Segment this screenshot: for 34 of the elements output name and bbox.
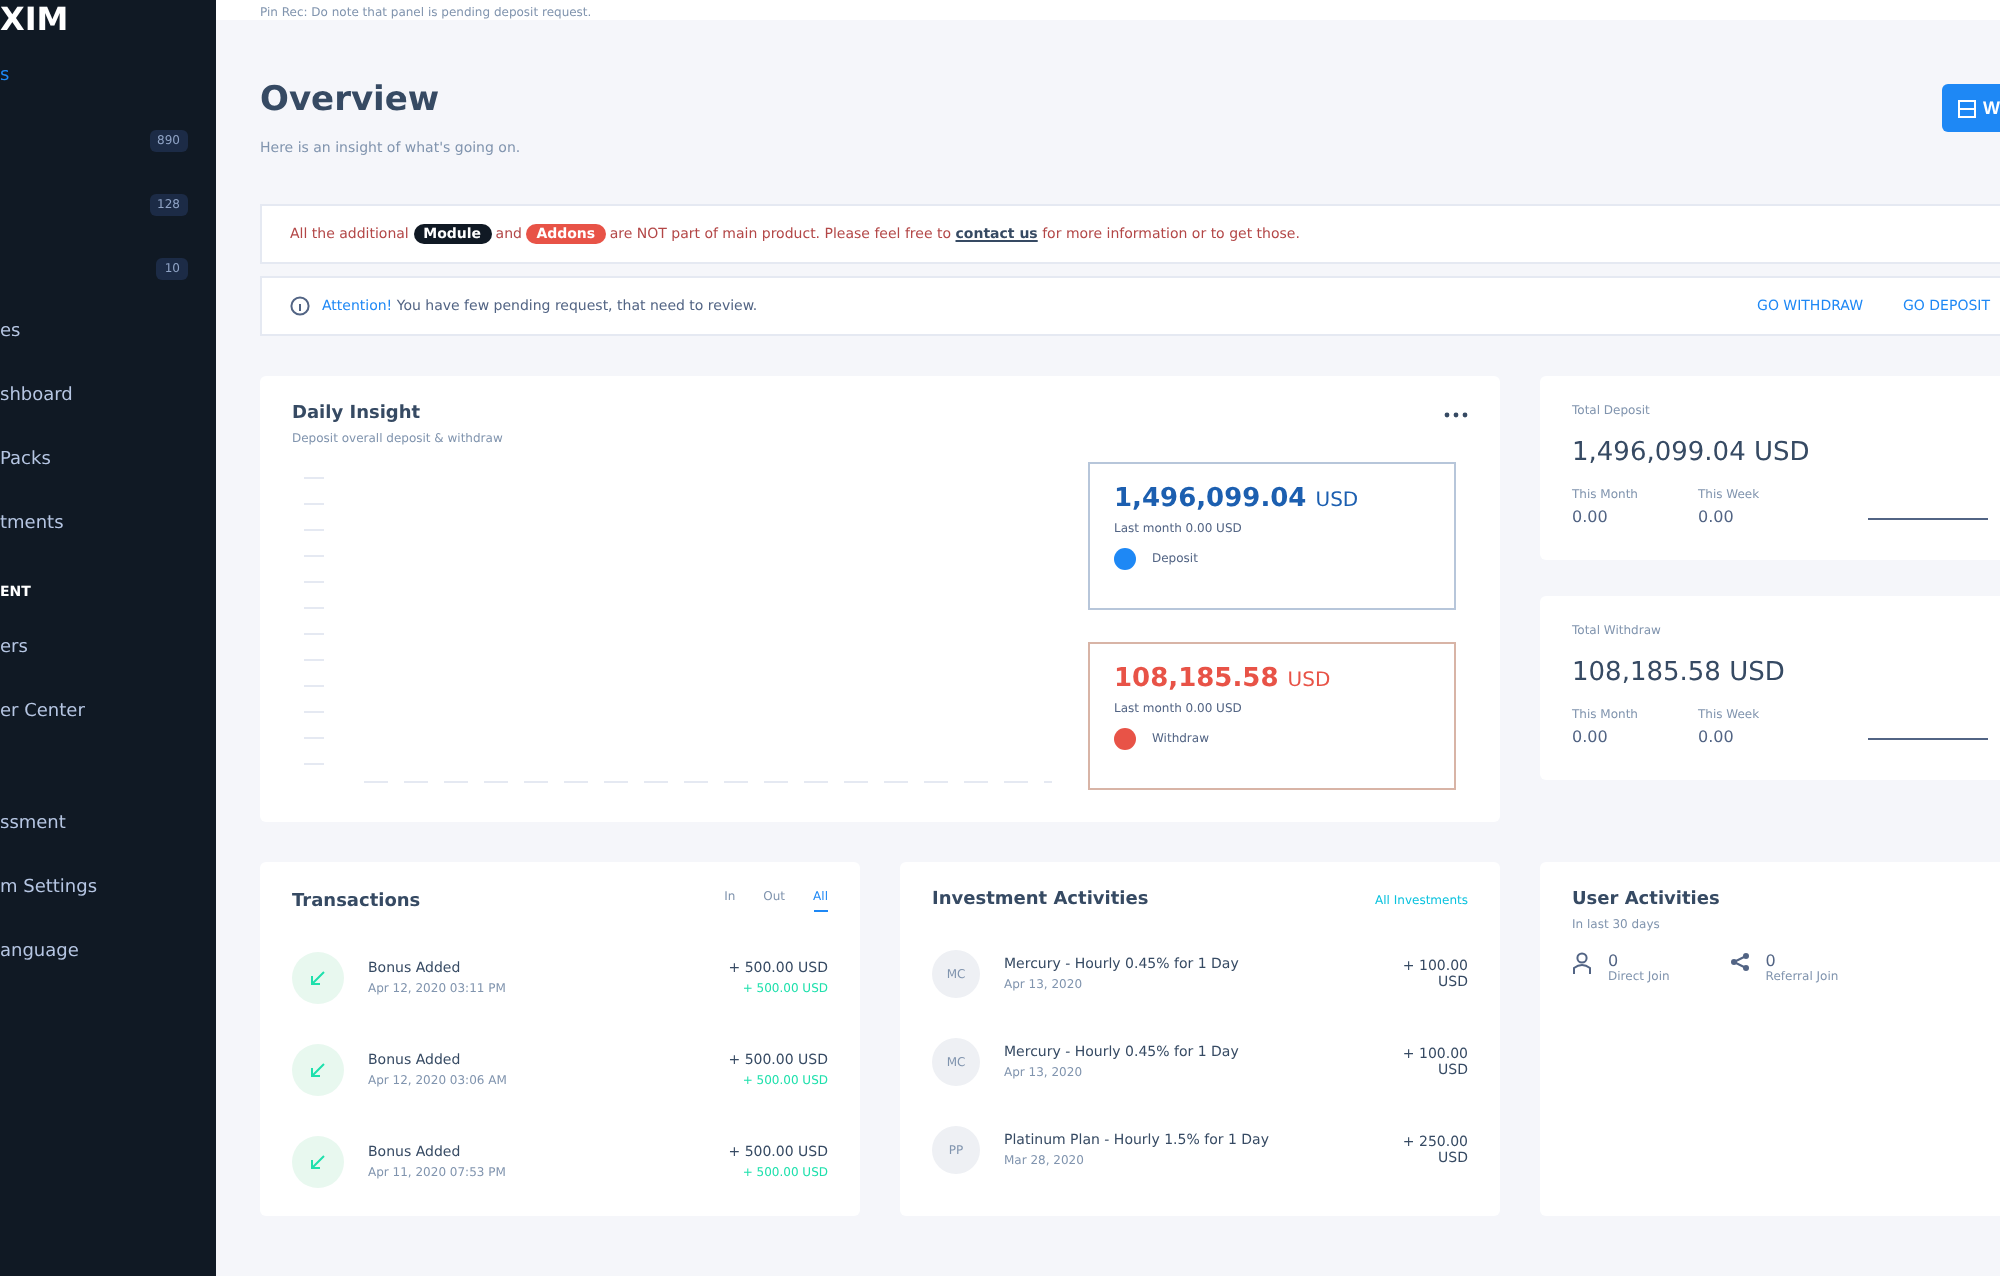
total-amount: 108,185.58 USD	[1572, 658, 1787, 688]
sidebar-item[interactable]: anguage	[0, 942, 79, 962]
stat-value: 0	[1765, 952, 1778, 970]
stat-value: 0.00	[1572, 508, 1610, 526]
sidebar-item[interactable]: ssment	[0, 814, 66, 834]
user-icon	[1572, 952, 1592, 976]
stat-value: 0.00	[1572, 728, 1610, 746]
stat-value: 0.00	[1697, 508, 1736, 526]
amount: 1,496,099.04 USD	[1114, 484, 1361, 514]
logo: XIM	[0, 0, 69, 42]
status-icon	[1114, 548, 1136, 570]
total-amount: 1,496,099.04 USD	[1572, 438, 1812, 468]
amount: 108,185.58 USD	[1114, 664, 1333, 694]
sidebar-item[interactable]: m Settings	[0, 878, 98, 898]
sidebar-item[interactable]: shboard	[0, 386, 73, 406]
card-title: Daily Insight	[292, 404, 421, 424]
stat-value: 0	[1608, 952, 1621, 970]
stat-value: 0.00	[1697, 728, 1736, 746]
document-icon	[1957, 99, 1975, 117]
card-title: User Activities	[1572, 890, 1722, 910]
sidebar-item[interactable]: tments	[0, 514, 64, 534]
page-title: Overview	[260, 80, 442, 120]
more-icon	[1444, 411, 1468, 417]
info-icon	[290, 296, 310, 316]
sidebar-item[interactable]: Packs	[0, 450, 51, 470]
header-button[interactable]: W	[1941, 84, 2000, 132]
card-title: Transactions	[292, 891, 421, 911]
sidebar-item[interactable]: s	[0, 66, 10, 86]
sidebar-item[interactable]: ers	[0, 638, 28, 658]
sidebar-item[interactable]: es	[0, 322, 21, 342]
share-icon	[1729, 952, 1750, 972]
sidebar-item[interactable]: er Center	[0, 702, 85, 722]
status-icon	[1114, 728, 1136, 750]
card-title: Investment Activities	[932, 890, 1149, 910]
